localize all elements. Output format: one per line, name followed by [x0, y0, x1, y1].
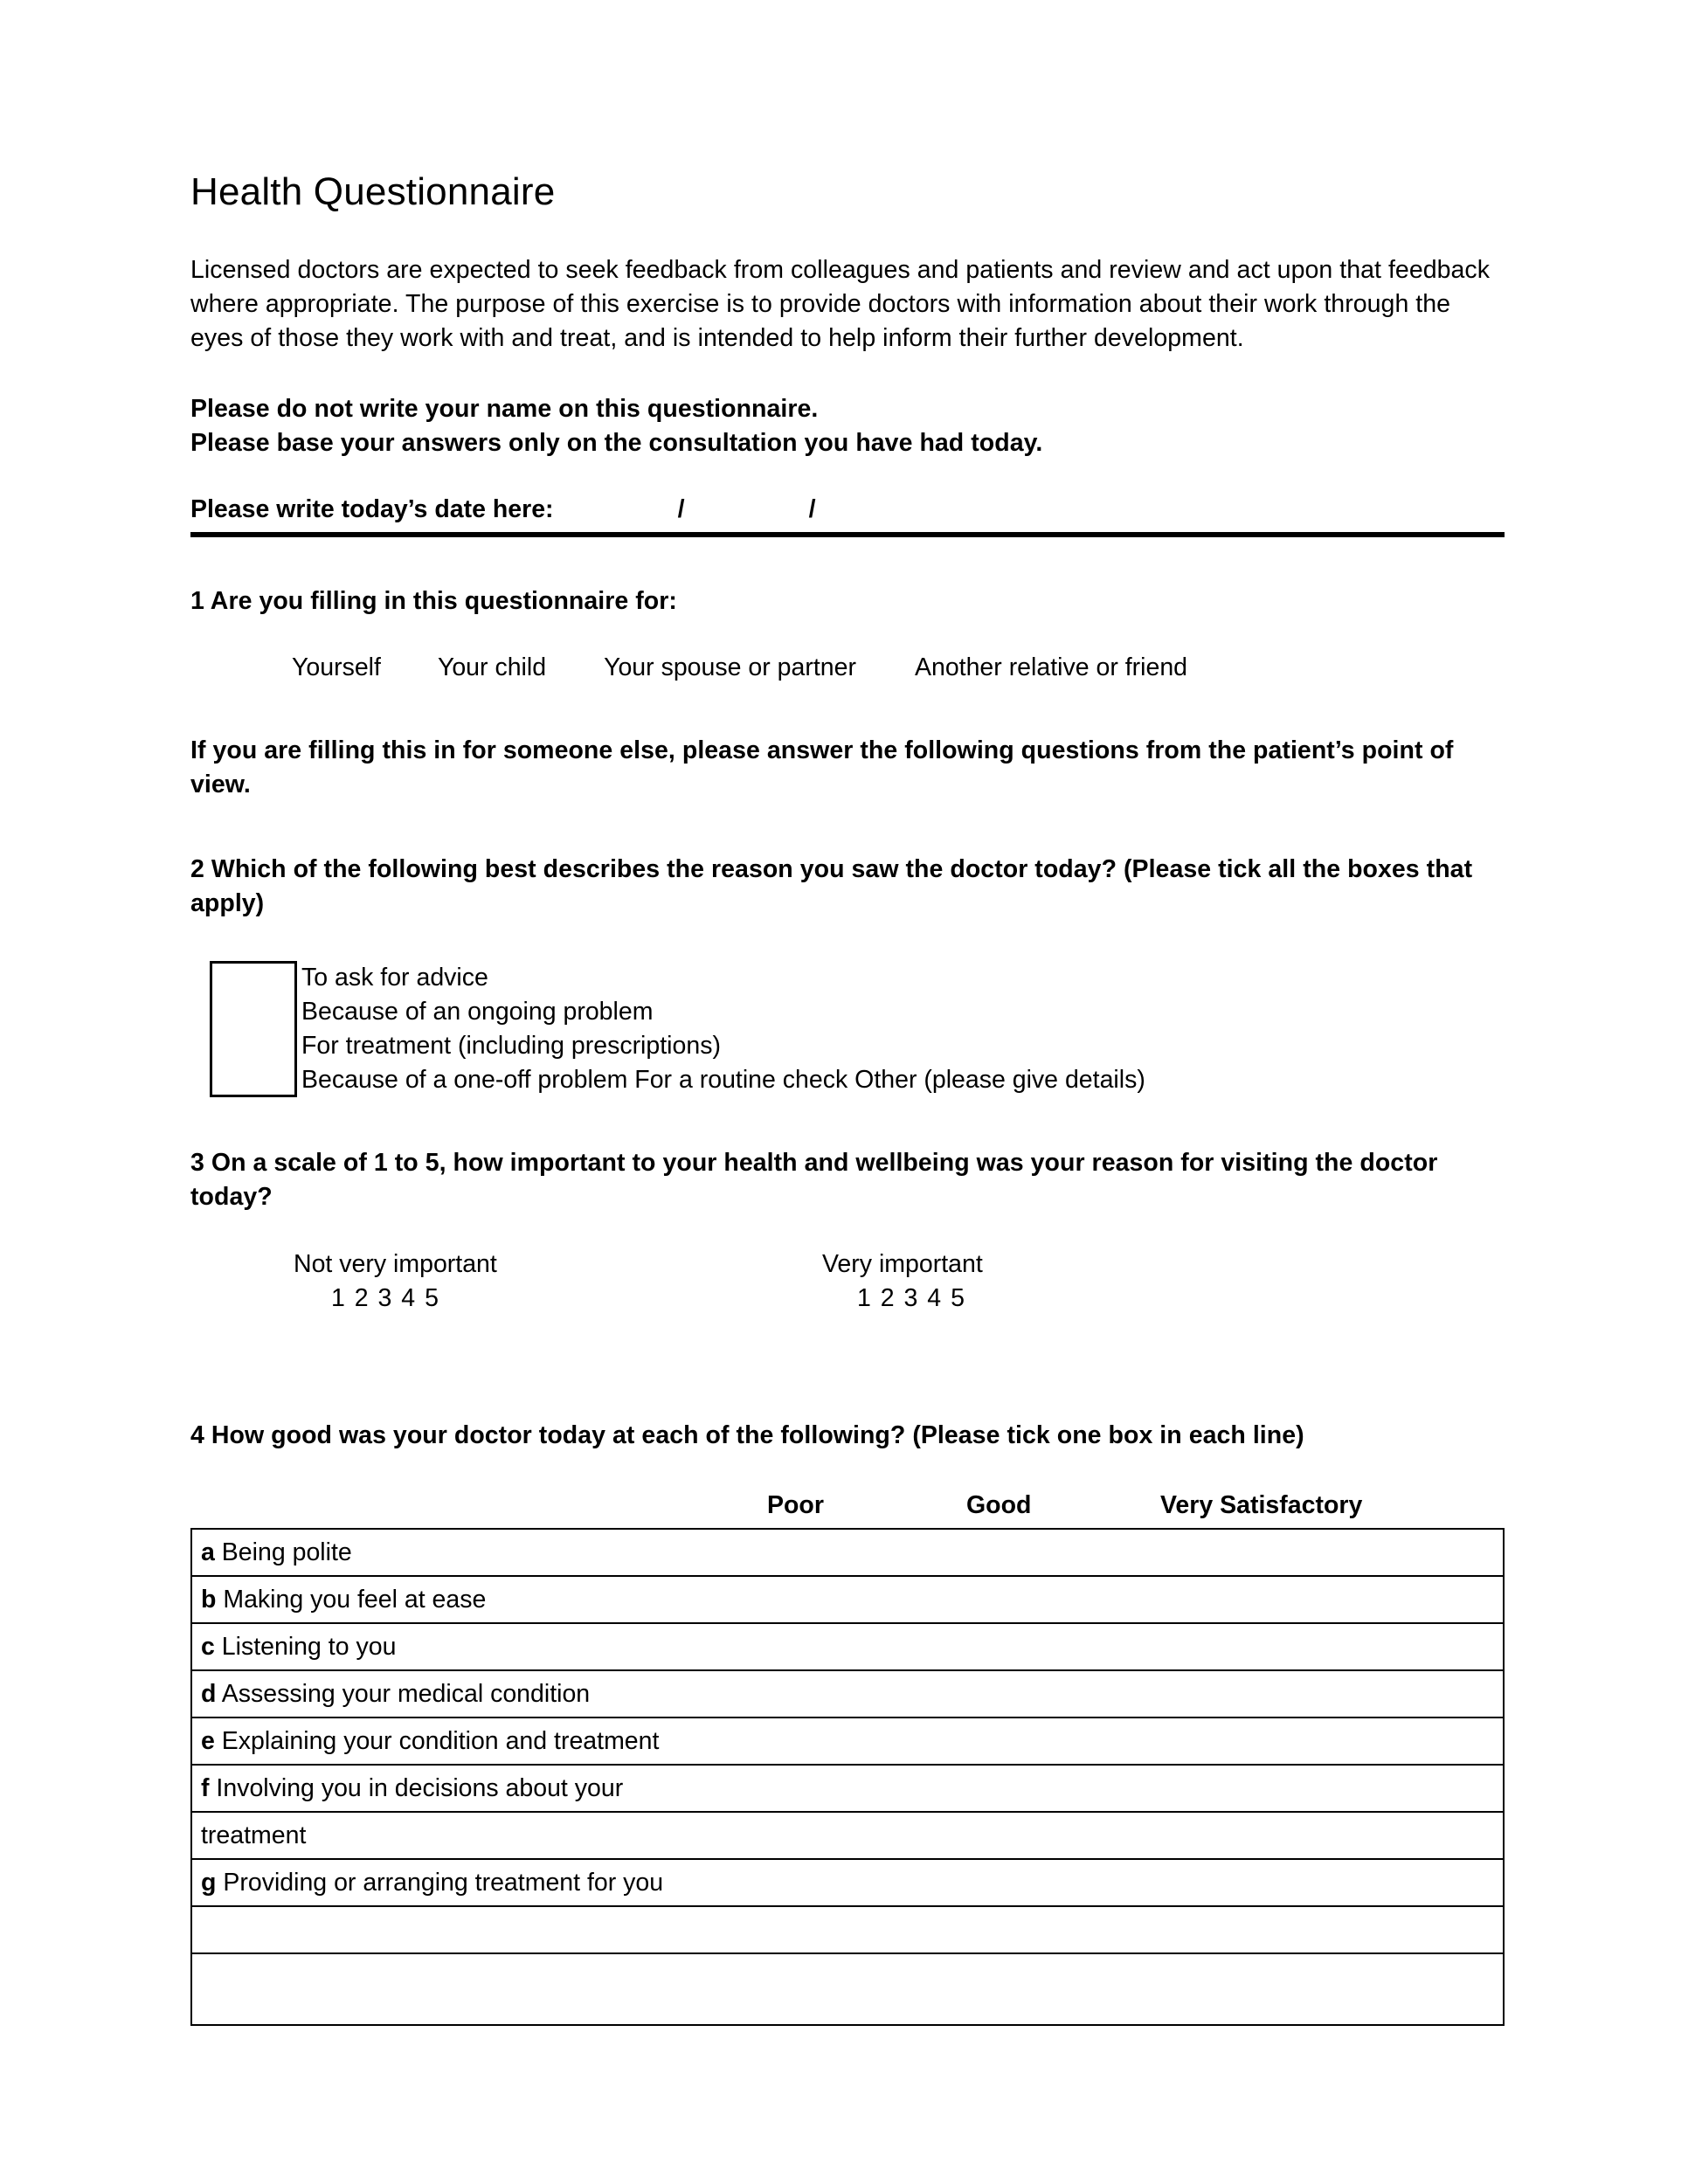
table-cell[interactable]: b Making you feel at ease	[190, 1575, 1505, 1625]
option-yourself[interactable]: Yourself	[292, 652, 381, 683]
page-title: Health Questionnaire	[190, 170, 556, 213]
question-4-text: 4 How good was your doctor today at each…	[190, 1421, 1304, 1450]
question-1-text: 1 Are you filling in this questionnaire …	[190, 587, 677, 616]
date-separator-2: /	[808, 495, 816, 524]
row-label: Being polite	[221, 1538, 352, 1567]
table-cell[interactable]: a Being polite	[190, 1528, 1505, 1578]
table-row[interactable]: d Assessing your medical condition	[190, 1669, 1505, 1719]
document-page: Health Questionnaire Licensed doctors ar…	[0, 0, 1688, 2184]
table-row[interactable]: treatment	[190, 1811, 1505, 1861]
row-letter: e	[201, 1727, 215, 1756]
checkbox[interactable]	[210, 961, 297, 1098]
table-cell[interactable]: e Explaining your condition and treatmen…	[190, 1717, 1505, 1766]
table-cell[interactable]	[190, 1952, 1505, 2027]
table-row[interactable]: b Making you feel at ease	[190, 1575, 1505, 1625]
row-label: Explaining your condition and treatment	[221, 1727, 660, 1756]
question-3-scale: Not very important 1 2 3 4 5 Very import…	[190, 1248, 1505, 1324]
question-1-options: Yourself Your child Your spouse or partner…	[190, 652, 1505, 683]
scale-group-very-important: Very important 1 2 3 4 5	[822, 1248, 983, 1316]
row-letter: g	[201, 1869, 217, 1897]
row-letter: a	[201, 1538, 215, 1567]
row-label: treatment	[201, 1821, 307, 1850]
column-header-poor: Poor	[767, 1491, 824, 1520]
row-letter: c	[201, 1633, 215, 1662]
table-row[interactable]: f Involving you in decisions about your	[190, 1764, 1505, 1814]
question-3-text: 3 On a scale of 1 to 5, how important to…	[190, 1149, 1438, 1212]
table-cell[interactable]	[190, 1905, 1505, 1955]
row-label: Providing or arranging treatment for you	[223, 1869, 664, 1897]
rating-table: a Being polite b Making you feel at ease…	[190, 1528, 1505, 2027]
intro-paragraph: Licensed doctors are expected to seek fe…	[190, 256, 1491, 353]
row-label: Making you feel at ease	[223, 1586, 487, 1614]
row-letter: f	[201, 1774, 210, 1803]
option-for-treatment[interactable]: For treatment (including prescriptions)	[301, 1029, 1145, 1063]
document-content: Health Questionnaire Licensed doctors ar…	[190, 170, 1505, 2027]
table-cell[interactable]: d Assessing your medical condition	[190, 1669, 1505, 1719]
table-cell[interactable]: f Involving you in decisions about your	[190, 1764, 1505, 1814]
row-label: Listening to you	[221, 1633, 397, 1662]
rating-table-column-headers: Poor Good Very Satisfactory	[190, 1489, 1505, 1524]
question-2-text: 2 Which of the following best describes …	[190, 855, 1473, 918]
table-row[interactable]	[190, 1952, 1505, 2027]
scale-numbers-left[interactable]: 1 2 3 4 5	[294, 1281, 497, 1316]
table-cell[interactable]: g Providing or arranging treatment for y…	[190, 1858, 1505, 1908]
row-label: Involving you in decisions about your	[216, 1774, 624, 1803]
row-letter: d	[201, 1680, 217, 1709]
question-1-note: If you are filling this in for someone e…	[190, 736, 1454, 799]
row-letter: b	[201, 1586, 217, 1614]
table-cell[interactable]: c Listening to you	[190, 1622, 1505, 1672]
scale-numbers-right[interactable]: 1 2 3 4 5	[822, 1281, 983, 1316]
instruction-line-1: Please do not write your name on this qu…	[190, 395, 819, 424]
option-to-ask-for-advice[interactable]: To ask for advice	[301, 961, 1145, 995]
option-your-child[interactable]: Your child	[438, 652, 546, 683]
table-row[interactable]: e Explaining your condition and treatmen…	[190, 1717, 1505, 1766]
row-label: Assessing your medical condition	[221, 1680, 591, 1709]
instruction-line-2: Please base your answers only on the con…	[190, 429, 1043, 458]
scale-group-not-very-important: Not very important 1 2 3 4 5	[294, 1248, 497, 1316]
scale-label-not-very-important: Not very important	[294, 1250, 497, 1279]
date-separator-1: /	[677, 495, 685, 524]
table-row[interactable]: a Being polite	[190, 1528, 1505, 1578]
table-cell[interactable]: treatment	[190, 1811, 1505, 1861]
question-2-checkbox-group: To ask for advice Because of an ongoing …	[210, 961, 1505, 1098]
option-spouse-or-partner[interactable]: Your spouse or partner	[604, 652, 856, 683]
option-another-relative-or-friend[interactable]: Another relative or friend	[915, 652, 1187, 683]
table-row[interactable]	[190, 1905, 1505, 1955]
date-line: Please write today’s date here: / /	[190, 494, 1505, 525]
column-header-very-satisfactory: Very Satisfactory	[1160, 1491, 1363, 1520]
question-2-option-labels: To ask for advice Because of an ongoing …	[297, 961, 1145, 1097]
option-ongoing-problem[interactable]: Because of an ongoing problem	[301, 995, 1145, 1029]
option-one-off-problem-routine-check-other[interactable]: Because of a one-off problem For a routi…	[301, 1063, 1145, 1097]
table-row[interactable]: g Providing or arranging treatment for y…	[190, 1858, 1505, 1908]
date-prompt-label: Please write today’s date here:	[190, 495, 554, 524]
table-row[interactable]: c Listening to you	[190, 1622, 1505, 1672]
date-entry-field[interactable]: Please write today’s date here: / /	[190, 494, 1505, 538]
scale-label-very-important: Very important	[822, 1250, 983, 1279]
rating-table-body: a Being polite b Making you feel at ease…	[190, 1528, 1505, 2027]
column-header-good: Good	[966, 1491, 1032, 1520]
